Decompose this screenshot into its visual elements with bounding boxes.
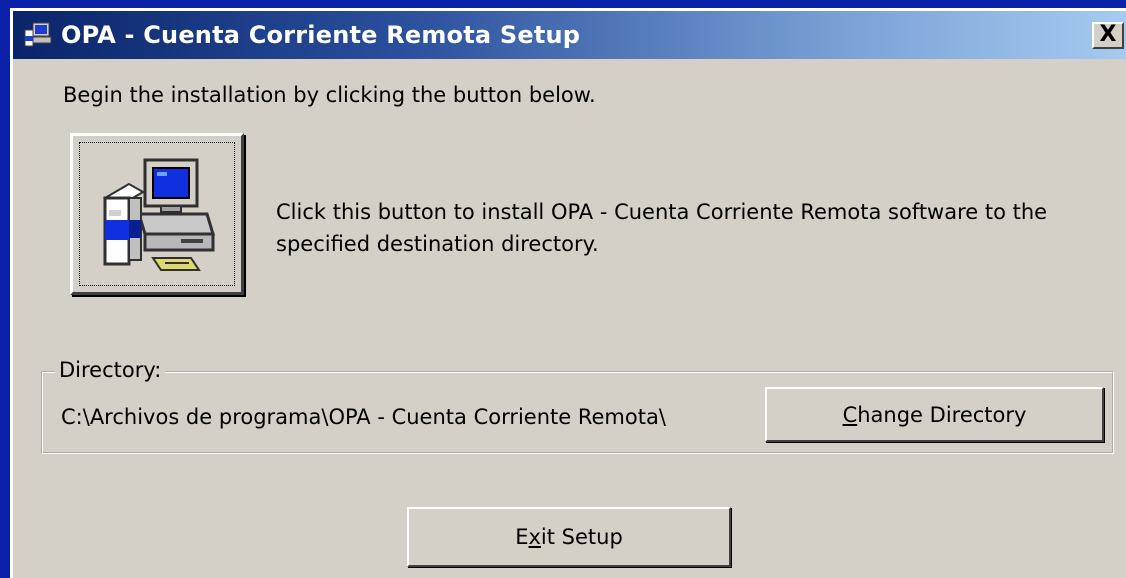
setup-computer-icon: [24, 22, 52, 47]
close-button[interactable]: X: [1092, 22, 1124, 49]
exit-setup-button[interactable]: Ex it Setup: [407, 507, 731, 567]
directory-groupbox: Directory: C:\Archivos de programa\OPA -…: [41, 358, 1114, 454]
exit-label-start: E: [515, 525, 529, 549]
install-button[interactable]: [70, 133, 244, 295]
intro-text: Begin the installation by clicking the b…: [63, 83, 596, 107]
setup-dialog: OPA - Cuenta Corriente Remota Setup X Be…: [10, 8, 1126, 578]
change-directory-label: hange Directory: [857, 402, 1027, 427]
directory-path: C:\Archivos de programa\OPA - Cuenta Cor…: [61, 405, 666, 429]
change-directory-button[interactable]: Change Directory: [765, 387, 1104, 442]
install-description: Click this button to install OPA - Cuent…: [276, 200, 1048, 256]
title-bar[interactable]: OPA - Cuenta Corriente Remota Setup X: [13, 11, 1126, 59]
install-computer-icon: [103, 158, 216, 271]
exit-label-end: it Setup: [540, 525, 623, 549]
window-title: OPA - Cuenta Corriente Remota Setup: [61, 21, 581, 49]
change-directory-accelerator: C: [842, 402, 858, 427]
directory-label: Directory:: [55, 358, 166, 382]
exit-accelerator: x: [528, 525, 541, 549]
